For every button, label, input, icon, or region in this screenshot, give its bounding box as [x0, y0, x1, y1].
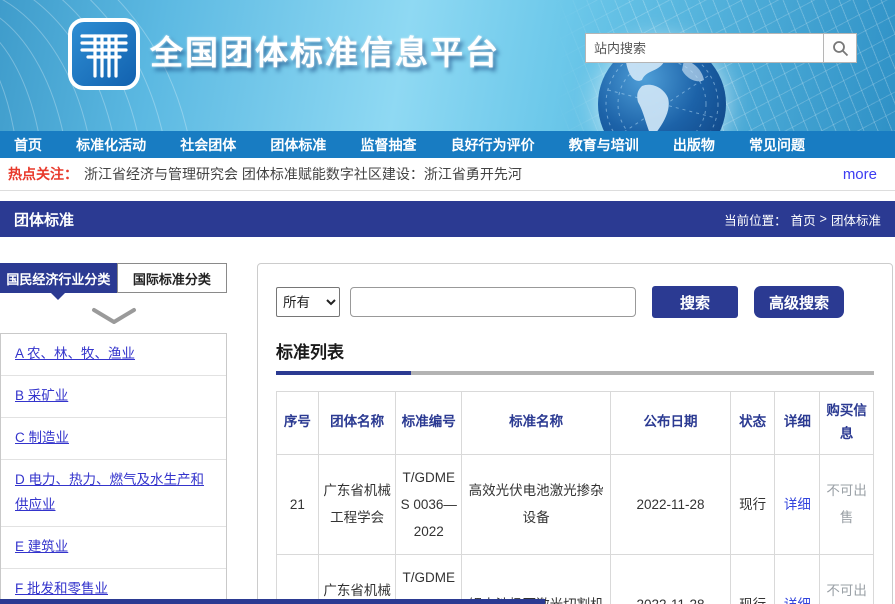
- nav-item-supervision[interactable]: 监督抽查: [361, 135, 417, 155]
- hot-topics-label: 热点关注：: [8, 164, 78, 184]
- standards-list-title: 标准列表: [276, 338, 874, 363]
- title-underline-accent: [276, 371, 411, 375]
- nav-item-publications[interactable]: 出版物: [673, 135, 715, 155]
- main-nav: 首页 标准化活动 社会团体 团体标准 监督抽查 良好行为评价 教育与培训 出版物…: [0, 131, 895, 158]
- cell-standard-code: T/GDMES 0036—2022: [396, 454, 462, 554]
- cell-purchase-info: 不可出售: [820, 454, 874, 554]
- breadcrumb-prefix: 当前位置：: [724, 210, 787, 229]
- col-seq: 序号: [277, 392, 319, 455]
- section-title: 团体标准: [14, 209, 74, 230]
- sidebar: 国民经济行业分类 国际标准分类 A 农、林、牧、渔业 B 采矿业 C 制造业 D…: [0, 263, 227, 604]
- breadcrumb-current: 团体标准: [831, 210, 881, 229]
- cell-publish-date: 2022-11-28: [611, 554, 730, 604]
- search-icon: [832, 40, 849, 57]
- col-purchase-info: 购买信息: [820, 392, 874, 455]
- cell-organization: 广东省机械工程学会: [318, 554, 396, 604]
- search-filter-select[interactable]: 所有: [276, 287, 340, 317]
- nav-item-education-training[interactable]: 教育与培训: [569, 135, 639, 155]
- classification-tabs: 国民经济行业分类 国际标准分类: [0, 263, 227, 293]
- table-row: 21 广东省机械工程学会 T/GDMES 0036—2022 高效光伏电池激光掺…: [277, 454, 874, 554]
- cell-seq: 21: [277, 454, 319, 554]
- table-header-row: 序号 团体名称 标准编号 标准名称 公布日期 状态 详细 购买信息: [277, 392, 874, 455]
- cell-status: 现行: [730, 454, 775, 554]
- category-list: A 农、林、牧、渔业 B 采矿业 C 制造业 D 电力、热力、燃气及水生产和供应…: [0, 333, 227, 604]
- hot-topics-headline[interactable]: 浙江省经济与管理研究会 团体标准赋能数字社区建设：浙江省勇开先河: [84, 164, 522, 184]
- nav-item-social-organizations[interactable]: 社会团体: [180, 135, 236, 155]
- standards-panel: 所有 搜索 高级搜索 标准列表 序号 团体名称 标: [257, 263, 893, 604]
- more-link[interactable]: more: [843, 166, 877, 183]
- detail-link[interactable]: 详细: [784, 597, 811, 604]
- breadcrumb-separator: >: [820, 212, 827, 226]
- col-publish-date: 公布日期: [611, 392, 730, 455]
- site-header: 全国团体标准信息平台: [0, 0, 895, 131]
- tab-international-standard-classification[interactable]: 国际标准分类: [117, 263, 227, 293]
- cell-seq: 22: [277, 554, 319, 604]
- cell-standard-name: 高效光伏电池激光掺杂设备: [462, 454, 611, 554]
- nav-item-home[interactable]: 首页: [14, 135, 42, 155]
- tab-national-economy-classification[interactable]: 国民经济行业分类: [0, 263, 117, 293]
- content: 国民经济行业分类 国际标准分类 A 农、林、牧、渔业 B 采矿业 C 制造业 D…: [0, 263, 895, 604]
- nav-item-standardization-activities[interactable]: 标准化活动: [76, 135, 146, 155]
- site-search-button[interactable]: [823, 33, 857, 63]
- section-banner: 团体标准 当前位置： 首页 > 团体标准: [0, 201, 895, 237]
- page: 全国团体标准信息平台 首页 标准化活动 社会团体 团体标准 监督抽查 良好行为评…: [0, 0, 895, 604]
- cell-status: 现行: [730, 554, 775, 604]
- search-button[interactable]: 搜索: [652, 286, 738, 318]
- category-item-b[interactable]: B 采矿业: [1, 376, 226, 418]
- detail-link[interactable]: 详细: [784, 497, 811, 512]
- col-standard-name: 标准名称: [462, 392, 611, 455]
- standards-search-row: 所有 搜索 高级搜索: [276, 286, 874, 318]
- category-item-e[interactable]: E 建筑业: [1, 527, 226, 569]
- site-search-input[interactable]: [585, 33, 823, 63]
- hot-topics-bar: 热点关注： 浙江省经济与管理研究会 团体标准赋能数字社区建设：浙江省勇开先河 m…: [0, 158, 895, 191]
- title-underline: [276, 371, 874, 375]
- nav-item-faq[interactable]: 常见问题: [749, 135, 805, 155]
- bottom-clipped-bar: [0, 599, 545, 604]
- nav-item-good-behavior[interactable]: 良好行为评价: [451, 135, 535, 155]
- col-organization: 团体名称: [318, 392, 396, 455]
- cell-standard-name: 锂电池极耳激光切割机: [462, 554, 611, 604]
- breadcrumb: 当前位置： 首页 > 团体标准: [724, 210, 881, 229]
- site-title: 全国团体标准信息平台: [150, 26, 500, 74]
- col-standard-code: 标准编号: [396, 392, 462, 455]
- col-detail: 详细: [775, 392, 820, 455]
- cell-organization: 广东省机械工程学会: [318, 454, 396, 554]
- table-row: 22 广东省机械工程学会 T/GDMES 0035—2022 锂电池极耳激光切割…: [277, 554, 874, 604]
- keyword-input[interactable]: [350, 287, 636, 317]
- category-item-c[interactable]: C 制造业: [1, 418, 226, 460]
- col-status: 状态: [730, 392, 775, 455]
- advanced-search-button[interactable]: 高级搜索: [754, 286, 844, 318]
- category-item-d[interactable]: D 电力、热力、燃气及水生产和供应业: [1, 460, 226, 527]
- cell-publish-date: 2022-11-28: [611, 454, 730, 554]
- site-search: [585, 33, 857, 63]
- category-item-a[interactable]: A 农、林、牧、渔业: [1, 334, 226, 376]
- cell-standard-code: T/GDMES 0035—2022: [396, 554, 462, 604]
- cell-purchase-info: 不可出售: [820, 554, 874, 604]
- breadcrumb-home-link[interactable]: 首页: [791, 210, 816, 229]
- chevron-down-icon: [91, 307, 137, 325]
- standards-table: 序号 团体名称 标准编号 标准名称 公布日期 状态 详细 购买信息 21 广东省…: [276, 391, 874, 604]
- platform-logo-icon: [66, 16, 142, 92]
- nav-item-group-standards[interactable]: 团体标准: [270, 135, 326, 155]
